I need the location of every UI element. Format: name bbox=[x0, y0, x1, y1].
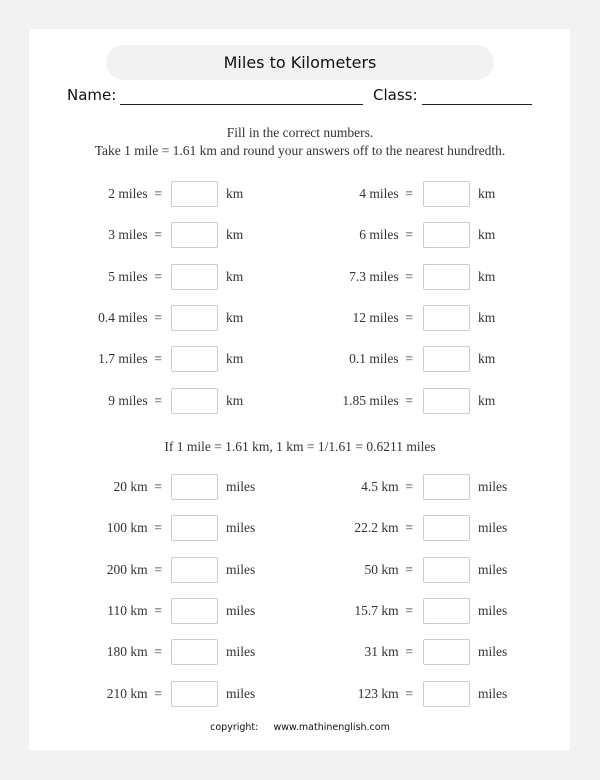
class-line[interactable] bbox=[422, 103, 532, 105]
problem-label: 123 km = bbox=[357, 685, 413, 701]
problem-label: 22.2 km = bbox=[354, 520, 413, 536]
answer-box[interactable] bbox=[423, 181, 470, 207]
problem-label: 20 km = bbox=[113, 479, 163, 494]
answer-box[interactable] bbox=[423, 639, 470, 666]
problem-label: 4.5 km = bbox=[361, 479, 413, 494]
problem-label: 4 miles = bbox=[359, 186, 413, 201]
answer-box[interactable] bbox=[423, 263, 470, 290]
unit-label: km bbox=[226, 392, 244, 408]
answer-box[interactable] bbox=[171, 222, 218, 249]
problem-label: 12 miles = bbox=[352, 309, 414, 325]
answer-box[interactable] bbox=[423, 304, 470, 331]
unit-label: miles bbox=[226, 479, 256, 494]
conversion-note: If 1 mile = 1.61 km, 1 km = 1/1.61 = 0.6… bbox=[164, 439, 436, 454]
problem-label: 50 km = bbox=[364, 561, 414, 577]
answer-box[interactable] bbox=[423, 387, 470, 414]
problem-label: 180 km = bbox=[106, 644, 162, 660]
unit-label: km bbox=[478, 351, 496, 367]
unit-label: miles bbox=[226, 685, 256, 701]
unit-label: km bbox=[226, 309, 244, 325]
problem-label: 15.7 km = bbox=[354, 602, 413, 618]
answer-box[interactable] bbox=[171, 263, 218, 290]
name-label: Name: bbox=[67, 86, 117, 104]
unit-label: km bbox=[226, 351, 244, 367]
answer-box[interactable] bbox=[171, 304, 218, 331]
unit-label: km bbox=[478, 309, 496, 325]
problem-label: 7.3 miles = bbox=[349, 268, 413, 284]
problem-label: 6 miles = bbox=[359, 227, 413, 243]
answer-box[interactable] bbox=[423, 346, 470, 373]
footer: copyright: www.mathinenglish.com bbox=[0, 722, 600, 733]
unit-label: km bbox=[478, 186, 496, 201]
class-label: Class: bbox=[373, 86, 418, 104]
problem-label: 0.1 miles = bbox=[349, 351, 413, 367]
copyright-label: copyright: bbox=[210, 722, 259, 733]
title-text: Miles to Kilometers bbox=[223, 53, 377, 72]
answer-box[interactable] bbox=[171, 556, 218, 583]
problem-label: 2 miles = bbox=[108, 186, 162, 201]
answer-box[interactable] bbox=[423, 222, 470, 249]
problem-label: 9 miles = bbox=[108, 392, 162, 408]
unit-label: miles bbox=[226, 520, 256, 536]
answer-box[interactable] bbox=[171, 639, 218, 666]
unit-label: km bbox=[226, 227, 244, 243]
unit-label: miles bbox=[226, 602, 256, 618]
instruction-line-1: Fill in the correct numbers. bbox=[226, 125, 374, 140]
answer-box[interactable] bbox=[171, 181, 218, 207]
answer-box[interactable] bbox=[423, 597, 470, 624]
problem-label: 3 miles = bbox=[108, 227, 162, 243]
unit-label: miles bbox=[478, 520, 508, 536]
answer-box[interactable] bbox=[171, 680, 218, 707]
unit-label: miles bbox=[478, 685, 508, 701]
problem-label: 1.7 miles = bbox=[98, 351, 162, 367]
answer-box[interactable] bbox=[171, 515, 218, 542]
unit-label: miles bbox=[478, 561, 508, 577]
unit-label: km bbox=[226, 268, 244, 284]
unit-label: miles bbox=[478, 602, 508, 618]
unit-label: km bbox=[478, 392, 496, 408]
problem-label: 110 km = bbox=[107, 602, 162, 618]
unit-label: km bbox=[478, 227, 496, 243]
problem-label: 5 miles = bbox=[108, 268, 162, 284]
problem-label: 200 km = bbox=[106, 561, 162, 577]
answer-box[interactable] bbox=[423, 474, 470, 500]
unit-label: miles bbox=[478, 644, 508, 660]
answer-box[interactable] bbox=[171, 387, 218, 414]
problem-label: 1.85 miles = bbox=[342, 392, 413, 408]
unit-label: km bbox=[226, 186, 244, 201]
answer-box[interactable] bbox=[423, 556, 470, 583]
unit-label: miles bbox=[226, 561, 256, 577]
problem-label: 210 km = bbox=[106, 685, 162, 701]
unit-label: miles bbox=[478, 479, 508, 494]
answer-box[interactable] bbox=[171, 346, 218, 373]
answer-box[interactable] bbox=[171, 474, 218, 500]
answer-box[interactable] bbox=[171, 597, 218, 624]
unit-label: miles bbox=[226, 644, 256, 660]
problem-label: 0.4 miles = bbox=[98, 309, 162, 325]
worksheet-title: Miles to Kilometers bbox=[106, 45, 494, 80]
instruction-line-2: Take 1 mile = 1.61 km and round your ans… bbox=[94, 143, 506, 158]
answer-box[interactable] bbox=[423, 680, 470, 707]
answer-box[interactable] bbox=[423, 515, 470, 542]
problem-label: 100 km = bbox=[106, 520, 162, 536]
website-link[interactable]: www.mathinenglish.com bbox=[273, 722, 389, 733]
name-line[interactable] bbox=[120, 103, 363, 105]
problem-label: 31 km = bbox=[364, 644, 414, 660]
unit-label: km bbox=[478, 268, 496, 284]
